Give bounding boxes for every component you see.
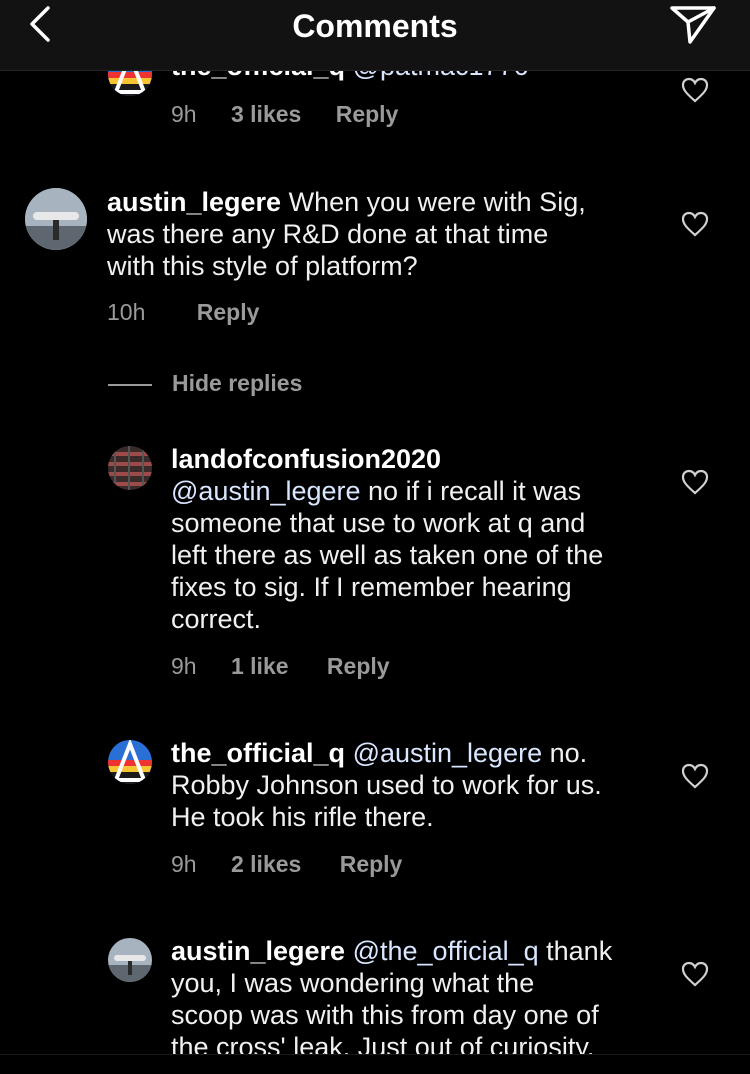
comment-body: When you were with Sig,	[281, 187, 586, 217]
heart-icon[interactable]	[681, 211, 709, 237]
comment-body: someone that use to work at q and	[171, 508, 586, 538]
comment-body: left there as well as taken one of the	[171, 540, 604, 570]
like-count[interactable]: 3 likes	[231, 101, 301, 128]
hide-replies-label: Hide replies	[172, 370, 303, 396]
comment-body: no.	[542, 738, 588, 768]
comment-body: was there any R&D done at that time	[107, 219, 549, 249]
comment-time: 9h	[171, 653, 197, 679]
comment-body: scoop was with this from day one of	[171, 1000, 599, 1030]
comment-body: no if i recall it was	[360, 476, 582, 506]
heart-icon[interactable]	[681, 469, 709, 495]
comment-body: thank	[538, 936, 613, 966]
reply-button[interactable]: Reply	[336, 101, 399, 128]
send-icon[interactable]	[668, 2, 718, 46]
reply-button[interactable]: Reply	[327, 653, 390, 680]
bottom-edge	[0, 1054, 750, 1074]
comment-meta: 9h 3 likes Reply	[171, 101, 426, 128]
comment-body: Robby Johnson used to work for us.	[171, 770, 602, 800]
comment-time: 9h	[171, 101, 197, 127]
comment-time: 9h	[171, 851, 197, 877]
avatar[interactable]	[108, 938, 152, 982]
comment-body: you, I was wondering what the	[171, 968, 535, 998]
mention-link[interactable]: @austin_legere	[353, 738, 543, 768]
reply-button[interactable]: Reply	[197, 299, 260, 326]
like-count[interactable]: 2 likes	[231, 851, 301, 878]
comment-username[interactable]: landofconfusion2020	[171, 443, 671, 475]
divider	[108, 383, 152, 386]
reply-button[interactable]: Reply	[340, 851, 403, 878]
heart-icon[interactable]	[681, 961, 709, 987]
mention-link[interactable]: @austin_legere	[171, 476, 361, 506]
comment-meta: 9h 2 likes Reply	[171, 851, 430, 878]
comment-meta: 9h 1 like Reply	[171, 653, 418, 680]
comment-time: 10h	[107, 299, 146, 325]
comment-username[interactable]: the_official_q	[171, 738, 345, 768]
avatar[interactable]	[108, 446, 152, 490]
heart-icon[interactable]	[681, 763, 709, 789]
page-title: Comments	[292, 8, 458, 44]
comment-body: fixes to sig. If I remember hearing	[171, 572, 572, 602]
comment-body: He took his rifle there.	[171, 802, 434, 832]
comment-body: correct.	[171, 604, 262, 634]
hide-replies-button[interactable]: Hide replies	[108, 370, 302, 397]
comment-username[interactable]: austin_legere	[107, 187, 281, 217]
comment-body: with this style of platform?	[107, 251, 418, 281]
comment-username[interactable]: austin_legere	[171, 936, 345, 966]
header-bar: Comments	[0, 0, 750, 71]
comment-meta: 10h Reply	[107, 299, 287, 326]
heart-icon[interactable]	[681, 77, 709, 103]
avatar[interactable]	[108, 740, 152, 784]
avatar[interactable]	[25, 188, 87, 250]
like-count[interactable]: 1 like	[231, 653, 289, 680]
mention-link[interactable]: @the_official_q	[353, 936, 539, 966]
